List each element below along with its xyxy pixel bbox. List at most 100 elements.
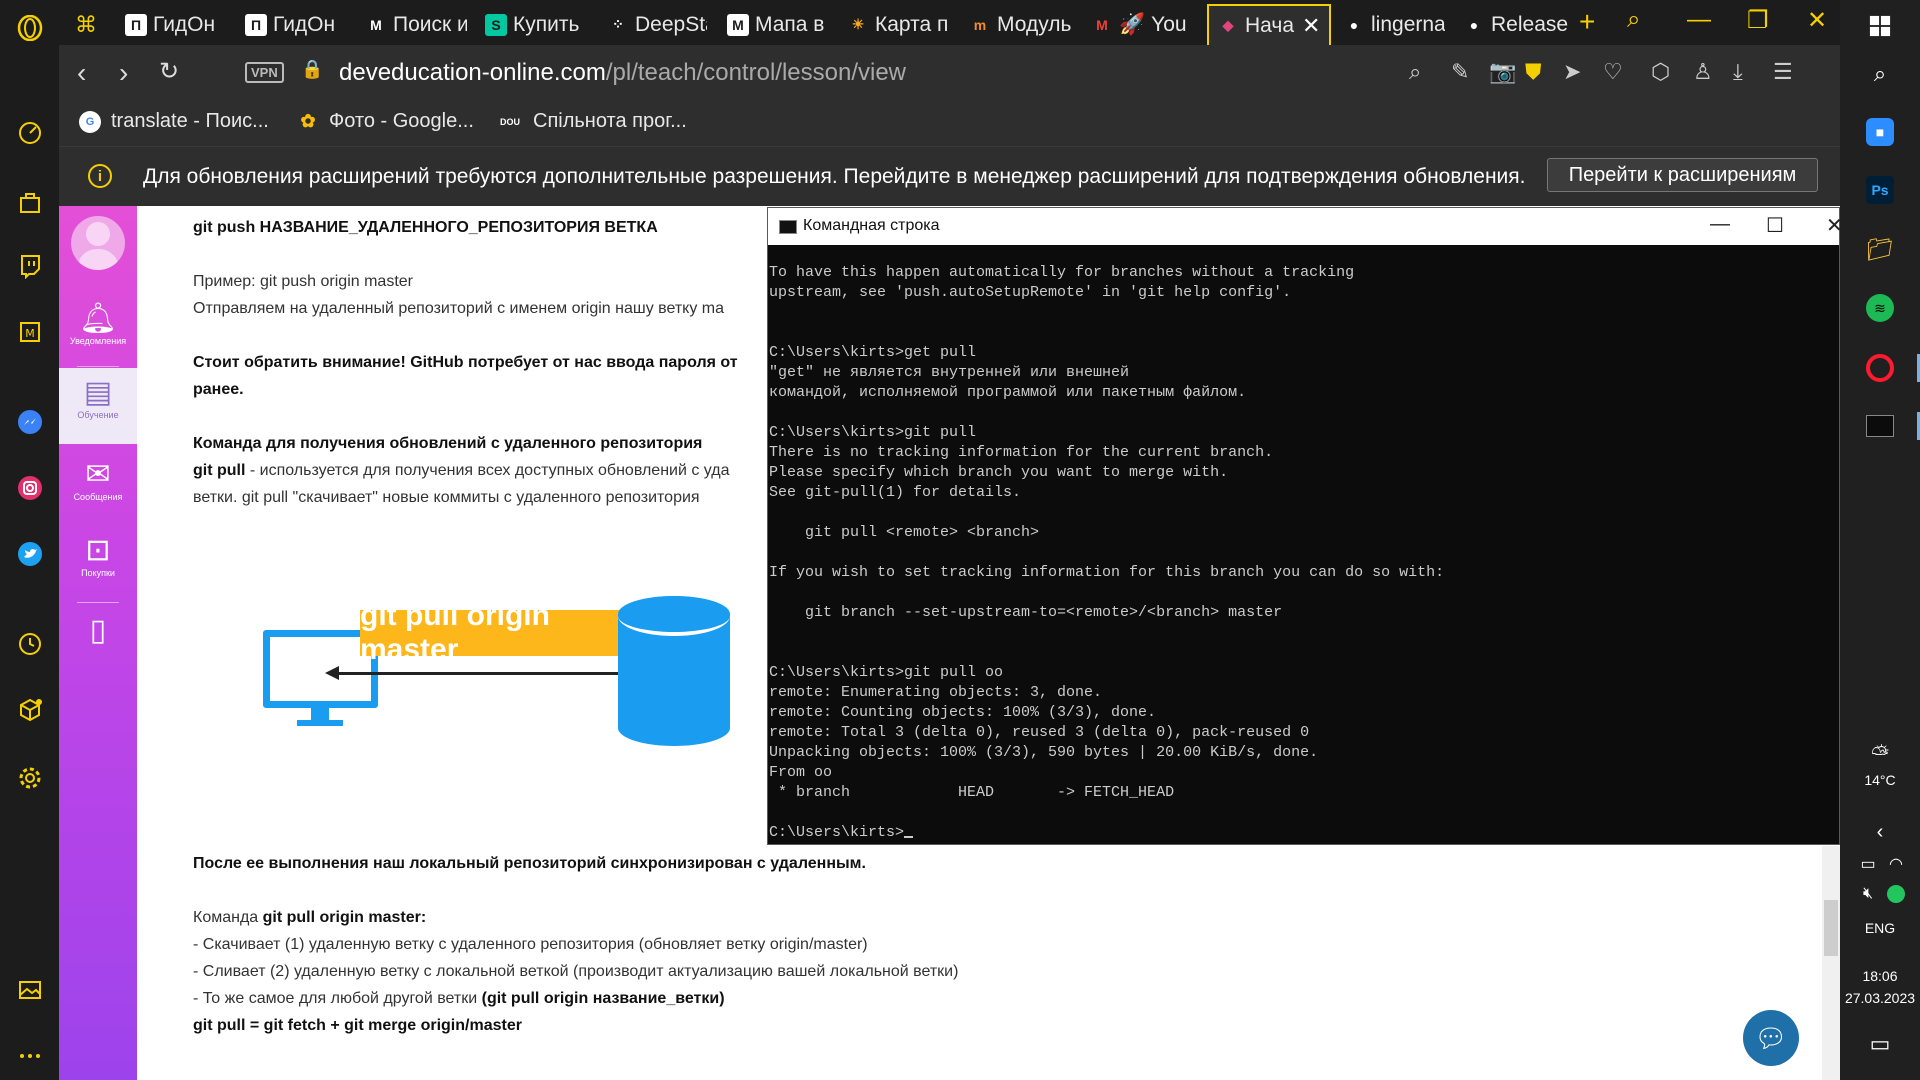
weather-temp[interactable]: 14°C [1840, 772, 1920, 788]
spotify-icon[interactable]: ≋ [1864, 292, 1896, 324]
mail-icon: ✉ [85, 458, 111, 491]
edit-icon[interactable]: ✎ [1451, 59, 1469, 85]
search-icon[interactable]: ⌕ [1409, 59, 1421, 85]
new-tab-icon[interactable]: + [1579, 6, 1595, 38]
workspace-icon[interactable]: M [14, 316, 46, 348]
forward-icon[interactable]: › [119, 57, 128, 89]
chat-button[interactable]: 💬︎ [1743, 1010, 1799, 1066]
lesson-text-p2: Пример: git push origin master [193, 273, 413, 290]
tab-4[interactable]: S Купить [477, 4, 587, 45]
shopping-icon[interactable] [14, 186, 46, 218]
zoom-icon[interactable]: ■ [1864, 116, 1896, 148]
url-field[interactable]: deveducation-online.com/pl/teach/control… [339, 59, 906, 87]
cmd-minimize-icon[interactable]: — [1710, 213, 1730, 236]
chevron-left-icon[interactable]: ‹ [1864, 816, 1896, 848]
tab-1[interactable]: П ГидОнл [117, 4, 215, 45]
windows-start-icon[interactable] [1864, 10, 1896, 42]
lock-icon[interactable]: 🔒 [301, 59, 323, 80]
opera-logo-icon[interactable] [14, 12, 46, 44]
file-explorer-icon[interactable]: 📁︎ [1864, 234, 1896, 266]
lesson-text-p5: ранее. [193, 381, 244, 398]
settings-icon[interactable] [14, 762, 46, 794]
download-icon[interactable]: ⤓ [1733, 59, 1743, 85]
tab-12[interactable]: ● Release [1455, 4, 1571, 45]
tab-11[interactable]: ● lingerna [1335, 4, 1445, 45]
clock-date[interactable]: 27.03.2023 [1840, 990, 1920, 1006]
sidebar-item-notifications[interactable]: 🔔︎ Уведомления [59, 302, 137, 366]
phone-icon: ▯ [89, 614, 107, 647]
lesson-text-p4: Стоит обратить внимание! GitHub потребуе… [193, 354, 738, 371]
clock-time[interactable]: 18:06 [1840, 968, 1920, 984]
instagram-icon[interactable] [14, 472, 46, 504]
camera-icon[interactable]: 📷 [1489, 59, 1516, 85]
tab-6[interactable]: M Мапа в [719, 4, 829, 45]
page-scrollbar[interactable] [1822, 846, 1840, 1080]
tab-9[interactable]: M 🚀 You [1083, 4, 1191, 45]
twitter-icon[interactable] [14, 538, 46, 570]
twitch-icon[interactable] [14, 250, 46, 282]
gallery-icon[interactable] [14, 974, 46, 1006]
bookmark-photos[interactable]: ✿ Фото - Google... [297, 110, 473, 133]
sidebar-item-purchases[interactable]: ⊡ Покупки [59, 534, 137, 598]
divider [77, 366, 119, 367]
avatar[interactable] [71, 216, 125, 270]
back-icon[interactable]: ‹ [77, 57, 86, 89]
vpn-badge[interactable]: VPN [245, 62, 284, 83]
bookmarks-bar: Gtranslate - Поис... ✿ Фото - Google... D… [59, 102, 1840, 146]
minimize-icon[interactable]: — [1687, 6, 1711, 34]
game-controller-icon[interactable]: ⌘ [67, 4, 105, 45]
cmd-maximize-icon[interactable]: ☐ [1766, 213, 1784, 238]
bookmark-dou[interactable]: DOU Спільнота прог... [497, 110, 687, 133]
shield-icon[interactable]: ⛊ [1525, 59, 1542, 85]
tab-favicon-icon: ☀ [851, 16, 865, 32]
cmd-titlebar[interactable]: Командная строка — ☐ ✕ [768, 208, 1843, 245]
sidebar-item-mobile[interactable]: ▯ [59, 614, 137, 664]
tab-5[interactable]: ⁘ DeepSta [599, 4, 707, 45]
tab-label: DeepSta [635, 12, 707, 36]
messenger-icon[interactable] [14, 406, 46, 438]
menu-icon[interactable]: ☰ [1773, 59, 1793, 85]
terminal-icon[interactable] [1864, 410, 1896, 442]
history-icon[interactable] [14, 628, 46, 660]
tab-2[interactable]: П ГидОнл [237, 4, 335, 45]
tab-label: Карта п [875, 12, 949, 36]
url-path: /pl/teach/control/lesson/view [605, 59, 906, 86]
language-indicator[interactable]: ENG [1840, 920, 1920, 936]
search-tabs-icon[interactable]: ⌕ [1627, 6, 1640, 34]
extensions-cube-icon[interactable] [14, 694, 46, 726]
book-icon: ▤ [83, 376, 113, 409]
bookmark-translate[interactable]: Gtranslate - Поис... [79, 110, 269, 133]
sidebar-item-messages[interactable]: ✉ Сообщения [59, 458, 137, 522]
tab-8[interactable]: m Модуль [961, 4, 1073, 45]
reload-icon[interactable]: ↻ [159, 57, 179, 86]
send-icon[interactable]: ➤ [1563, 59, 1581, 85]
command-prompt-window[interactable]: Командная строка — ☐ ✕ To have this happ… [767, 207, 1843, 845]
tab-label: Release [1491, 12, 1569, 36]
search-icon[interactable]: ⌕ [1864, 58, 1896, 90]
more-icon[interactable] [14, 1040, 46, 1072]
restore-icon[interactable]: ❐ [1747, 6, 1769, 35]
tab-favicon-icon: ⁘ [612, 16, 624, 32]
heart-icon[interactable]: ♡ [1603, 59, 1623, 85]
weather-icon[interactable]: ⛅︎ [1864, 738, 1896, 770]
status-indicator-icon[interactable] [1880, 878, 1912, 910]
close-window-icon[interactable]: ✕ [1807, 6, 1827, 35]
bookmark-label: Спільнота прог... [533, 110, 687, 132]
cube-icon[interactable]: ⬡ [1651, 59, 1670, 85]
tab-7[interactable]: ☀ Карта п [839, 4, 953, 45]
tab-close-icon[interactable]: ✕ [1302, 13, 1320, 39]
tab-3[interactable]: М Поиск и [357, 4, 467, 45]
wifi-icon[interactable]: ◠ [1880, 848, 1912, 880]
speed-dial-icon[interactable] [14, 116, 46, 148]
opera-icon[interactable] [1864, 352, 1896, 384]
tab-active[interactable]: ◆ Нача ✕ [1207, 4, 1331, 45]
lesson-text-p11: - Скачивает (1) удаленную ветку с удален… [193, 936, 868, 953]
scrollbar-thumb[interactable] [1824, 900, 1838, 956]
notice-message: Для обновления расширений требуются допо… [143, 165, 1526, 188]
cmd-output[interactable]: To have this happen automatically for br… [769, 263, 1444, 843]
notification-center-icon[interactable]: ▭ [1864, 1028, 1896, 1060]
sidebar-item-learning[interactable]: ▤ Обучение [59, 368, 137, 444]
account-icon[interactable]: ♙ [1693, 59, 1713, 85]
photoshop-icon[interactable]: Ps [1864, 174, 1896, 206]
go-to-extensions-button[interactable]: Перейти к расширениям [1547, 158, 1818, 192]
